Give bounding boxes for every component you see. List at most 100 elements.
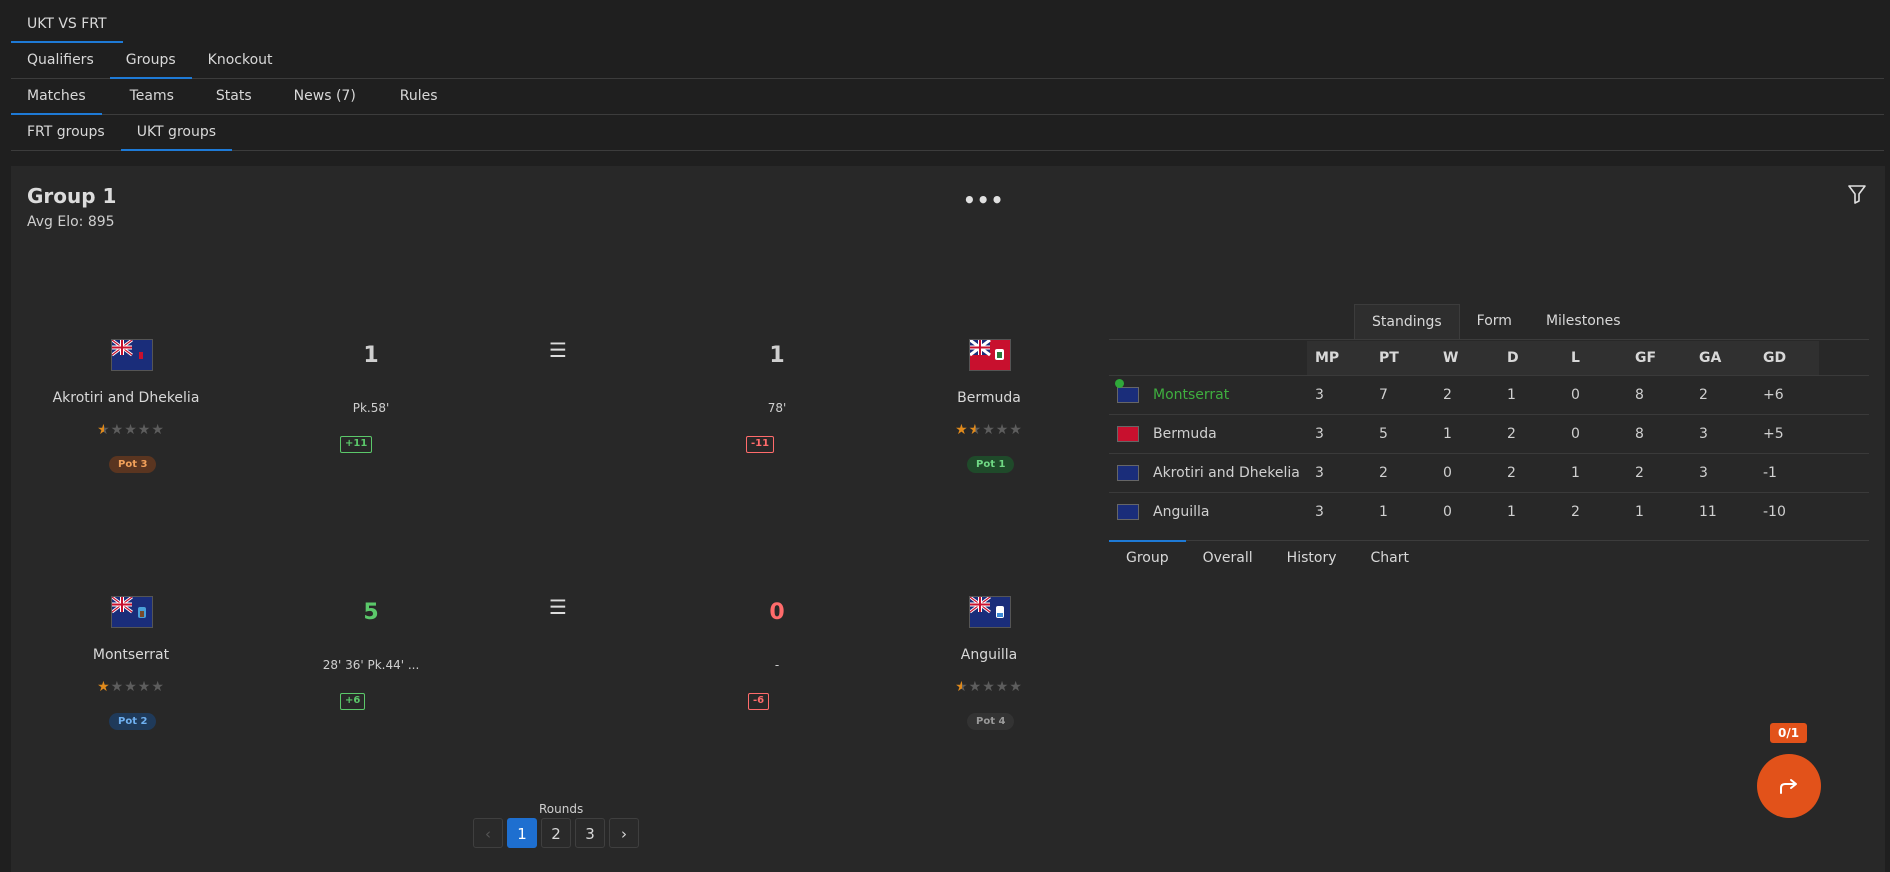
star-rating: ★★★★★ bbox=[86, 422, 176, 438]
pot-badge: Pot 3 bbox=[109, 456, 157, 473]
tab-milestones[interactable]: Milestones bbox=[1529, 304, 1638, 339]
star-icon: ★ bbox=[1009, 422, 1023, 438]
column-header[interactable]: GA bbox=[1691, 341, 1755, 376]
elo-change: -11 bbox=[746, 436, 775, 453]
spacer-cell bbox=[1819, 414, 1869, 454]
star-icon: ★ bbox=[124, 679, 138, 695]
share-button[interactable] bbox=[1757, 754, 1821, 818]
tab-rules[interactable]: Rules bbox=[384, 80, 454, 114]
star-icon: ★ bbox=[968, 679, 983, 695]
ga-cell: 2 bbox=[1691, 375, 1755, 415]
star-icon: ★ bbox=[968, 422, 983, 438]
spacer-cell bbox=[1819, 453, 1869, 493]
tab-history[interactable]: History bbox=[1270, 541, 1354, 573]
team-cell[interactable]: Akrotiri and Dhekelia bbox=[1109, 453, 1307, 493]
gf-cell: 8 bbox=[1627, 375, 1691, 415]
tab-stats[interactable]: Stats bbox=[202, 80, 266, 114]
tab-ukt-vs-frt[interactable]: UKT VS FRT bbox=[11, 8, 123, 43]
team-name[interactable]: Akrotiri and Dhekelia bbox=[41, 390, 211, 406]
tab-overall[interactable]: Overall bbox=[1186, 541, 1270, 573]
home-goal-detail: Pk.58' bbox=[352, 401, 390, 415]
gd-cell: -10 bbox=[1755, 492, 1819, 531]
team-name[interactable]: Anguilla bbox=[899, 647, 1079, 663]
team-cell[interactable]: Montserrat bbox=[1109, 375, 1307, 415]
share-arrow-icon bbox=[1780, 779, 1797, 794]
share-count-badge: 0/1 bbox=[1770, 723, 1808, 743]
filter-icon[interactable] bbox=[1847, 184, 1867, 208]
spacer-cell bbox=[1819, 492, 1869, 531]
column-header[interactable]: GD bbox=[1755, 341, 1819, 376]
tab-group[interactable]: Group bbox=[1109, 540, 1186, 573]
column-header[interactable]: MP bbox=[1307, 341, 1371, 376]
team-flag bbox=[1117, 465, 1139, 481]
match-menu-icon[interactable]: ☰ bbox=[549, 338, 567, 362]
away-goal-detail: - bbox=[774, 658, 780, 672]
star-icon: ★ bbox=[137, 679, 152, 695]
match-menu-icon[interactable]: ☰ bbox=[549, 595, 567, 619]
team-name[interactable]: Montserrat bbox=[41, 647, 221, 663]
w-cell: 0 bbox=[1435, 492, 1499, 531]
standings-table: MP PT W D L GF GA GD Montserrat 3 7 2 1 bbox=[1109, 341, 1869, 531]
pot-badge: Pot 4 bbox=[967, 713, 1015, 730]
tab-groups[interactable]: Groups bbox=[109, 44, 192, 79]
rounds-label: Rounds bbox=[539, 802, 584, 816]
tab-matches[interactable]: Matches bbox=[11, 80, 102, 115]
team-flag bbox=[111, 595, 153, 628]
team-name[interactable]: Bermuda bbox=[899, 390, 1079, 406]
pt-cell: 7 bbox=[1371, 375, 1435, 415]
team-name: Akrotiri and Dhekelia bbox=[1153, 465, 1300, 481]
tab-form[interactable]: Form bbox=[1460, 304, 1529, 339]
tab-news[interactable]: News (7) bbox=[266, 80, 384, 114]
mp-cell: 3 bbox=[1307, 453, 1371, 493]
column-header[interactable]: L bbox=[1563, 341, 1627, 376]
mp-cell: 3 bbox=[1307, 375, 1371, 415]
team-flag bbox=[1117, 504, 1139, 520]
table-row[interactable]: Bermuda 3 5 1 2 0 8 3 +5 bbox=[1109, 414, 1869, 454]
star-icon: ★ bbox=[110, 422, 125, 438]
star-icon: ★ bbox=[97, 679, 111, 695]
w-cell: 0 bbox=[1435, 453, 1499, 493]
l-cell: 1 bbox=[1563, 453, 1627, 493]
table-header-row: MP PT W D L GF GA GD bbox=[1109, 341, 1869, 376]
next-page-button[interactable]: › bbox=[609, 818, 639, 848]
column-header[interactable]: GF bbox=[1627, 341, 1691, 376]
table-row[interactable]: Montserrat 3 7 2 1 0 8 2 +6 bbox=[1109, 375, 1869, 415]
team-cell[interactable]: Bermuda bbox=[1109, 414, 1307, 454]
prev-page-button[interactable]: ‹ bbox=[473, 818, 503, 848]
team-name: Anguilla bbox=[1153, 504, 1210, 520]
column-header[interactable]: W bbox=[1435, 341, 1499, 376]
column-header[interactable]: PT bbox=[1371, 341, 1435, 376]
tab-chart[interactable]: Chart bbox=[1353, 541, 1425, 573]
team-flag bbox=[1117, 426, 1139, 442]
table-row[interactable]: Anguilla 3 1 0 1 2 1 11 -10 bbox=[1109, 492, 1869, 531]
mp-cell: 3 bbox=[1307, 492, 1371, 531]
elo-change: +6 bbox=[340, 693, 366, 710]
tab-standings[interactable]: Standings bbox=[1354, 304, 1460, 340]
away-goal-detail: 78' bbox=[767, 401, 787, 415]
tab-teams[interactable]: Teams bbox=[102, 80, 202, 114]
gd-cell: +6 bbox=[1755, 375, 1819, 415]
star-icon: ★ bbox=[97, 422, 111, 438]
tab-ukt-groups[interactable]: UKT groups bbox=[120, 116, 233, 151]
spacer-column bbox=[1819, 341, 1869, 376]
ga-cell: 3 bbox=[1691, 453, 1755, 493]
more-options-icon[interactable]: ••• bbox=[963, 188, 1004, 212]
star-icon: ★ bbox=[151, 679, 165, 695]
spacer-cell bbox=[1819, 375, 1869, 415]
home-score: 5 bbox=[363, 600, 379, 625]
team-cell[interactable]: Anguilla bbox=[1109, 492, 1307, 531]
page-button-1[interactable]: 1 bbox=[507, 818, 537, 848]
team-name: Montserrat bbox=[1153, 387, 1230, 403]
qualified-dot-icon bbox=[1115, 379, 1124, 388]
d-cell: 2 bbox=[1499, 453, 1563, 493]
page-button-3[interactable]: 3 bbox=[575, 818, 605, 848]
column-header[interactable]: D bbox=[1499, 341, 1563, 376]
table-row[interactable]: Akrotiri and Dhekelia 3 2 0 2 1 2 3 -1 bbox=[1109, 453, 1869, 493]
tab-qualifiers[interactable]: Qualifiers bbox=[11, 44, 110, 78]
stage-tab-row: Qualifiers Groups Knockout bbox=[11, 44, 1884, 79]
pot-badge: Pot 1 bbox=[967, 456, 1015, 473]
tab-frt-groups[interactable]: FRT groups bbox=[11, 116, 121, 150]
tab-knockout[interactable]: Knockout bbox=[192, 44, 289, 78]
mp-cell: 3 bbox=[1307, 414, 1371, 454]
page-button-2[interactable]: 2 bbox=[541, 818, 571, 848]
